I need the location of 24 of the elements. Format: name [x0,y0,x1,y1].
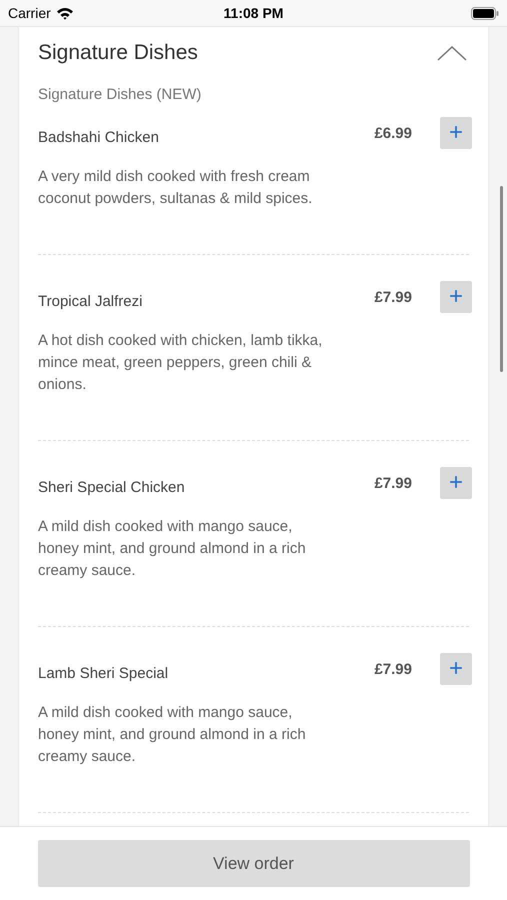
dish-price: £7.99 [374,288,412,306]
dish-price: £7.99 [374,474,412,492]
add-button[interactable]: + [440,653,472,685]
section-subtitle: Signature Dishes (NEW) [38,86,202,103]
carrier-name: Carrier [8,5,51,21]
dish-description: A hot dish cooked with chicken, lamb tikka, mince meat, green peppers, green chili & onions. [38,331,323,395]
clock-time: 11:08 PM [224,5,284,21]
dish-description: A mild dish cooked with mango sauce, honey mint, and ground almond in a rich creamy sauce. [38,517,307,581]
add-button[interactable]: + [440,117,472,149]
view-order-button[interactable]: View order [38,840,470,887]
dish-name: Lamb Sheri Special [38,664,168,682]
dish-description: A mild dish cooked with mango sauce, honey mint, and ground almond in a rich creamy sauce. [38,703,307,767]
dish-name: Sheri Special Chicken [38,478,185,496]
dish-name: Badshahi Chicken [38,128,159,146]
wifi-icon [56,6,74,20]
dish-name: Tropical Jalfrezi [38,292,142,310]
battery-icon [471,6,499,20]
add-button[interactable]: + [440,281,472,313]
dish-description: A very mild dish cooked with fresh cream coconut powders, sultanas & mild spices. [38,167,314,209]
dish-price: £6.99 [374,124,412,142]
add-button[interactable]: + [440,467,472,499]
section-title: Signature Dishes [38,41,198,65]
dish-price: £7.99 [374,660,412,678]
chevron-up-icon[interactable] [437,45,467,61]
